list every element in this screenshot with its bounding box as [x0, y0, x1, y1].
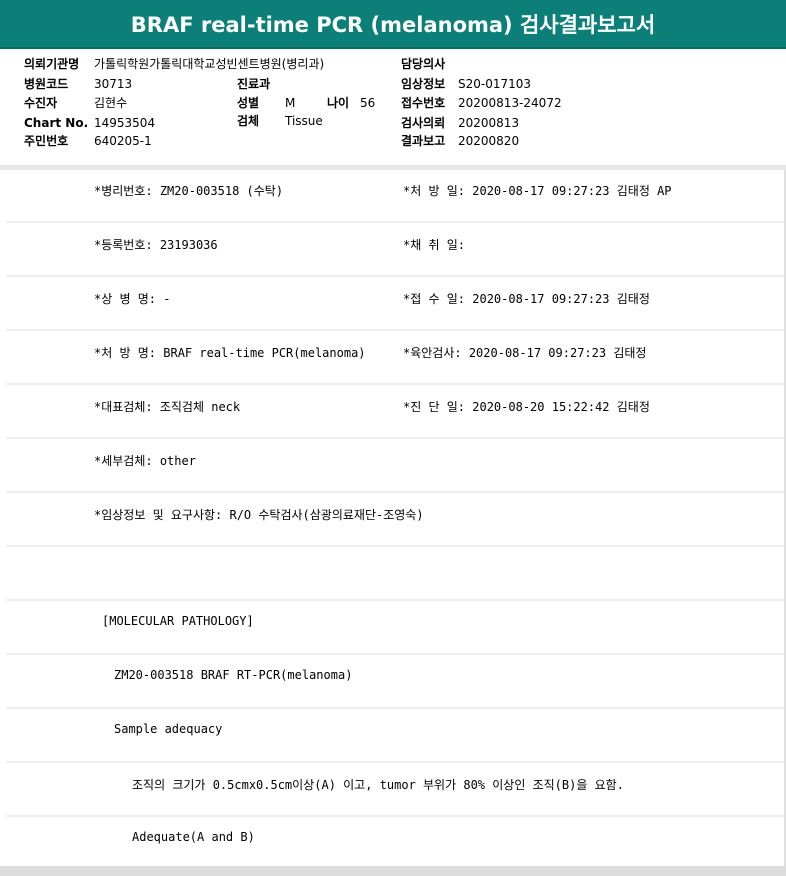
row-left-text: *처 방 명: BRAF real-time PCR(melanoma)	[94, 346, 366, 360]
row-right-text: *육안검사: 2020-08-17 09:27:23 김태정	[403, 346, 647, 360]
age-value: 56	[360, 96, 376, 110]
row-left-text: *대표검체: 조직검체 neck	[94, 400, 241, 414]
examinee-value: 김현수	[94, 96, 128, 110]
report-row: *세부검체: other	[6, 440, 784, 493]
report-row: *임상정보 및 요구사항: R/O 수탁검사(삼광의료재단-조영숙)	[6, 494, 784, 547]
sex-row: 성별 M	[237, 94, 295, 112]
report-row: 조직의 크기가 0.5cmx0.5cm이상(A) 이고, tumor 부위가 8…	[6, 764, 784, 817]
report-header: 의뢰기관명 가톨릭학원가톨릭대학교성빈센트병원(병리과) 병원코드 30713 진료…	[0, 49, 786, 165]
sample-adequacy-label: Sample adequacy	[114, 722, 223, 736]
test-name-text: ZM20-003518 BRAF RT-PCR(melanoma)	[114, 668, 353, 682]
report-row: *등록번호: 23193036 *채 취 일:	[6, 224, 784, 277]
adequacy-criteria-text: 조직의 크기가 0.5cmx0.5cm이상(A) 이고, tumor 부위가 8…	[132, 778, 624, 792]
row-right-text: *진 단 일: 2020-08-20 15:22:42 김태정	[403, 400, 650, 414]
request-value: 20200813	[458, 116, 520, 130]
resident-row: 주민번호 640205-1	[24, 132, 152, 150]
sex-value: M	[285, 96, 296, 110]
report-row: Adequate(A and B)	[6, 818, 784, 871]
resident-label: 주민번호	[24, 134, 69, 148]
clinical-label: 임상정보	[401, 77, 446, 91]
row-right-text: *처 방 일: 2020-08-17 09:27:23 김태정 AP	[403, 184, 672, 198]
report-row: [MOLECULAR PATHOLOGY]	[6, 602, 784, 655]
adequacy-result-text: Adequate(A and B)	[132, 830, 255, 844]
receipt-label: 접수번호	[401, 96, 446, 110]
examinee-row: 수진자 김현수	[24, 94, 127, 112]
receipt-row: 접수번호 20200813-24072	[401, 94, 562, 112]
row-left-text: *병리번호: ZM20-003518 (수탁)	[94, 184, 284, 198]
chart-row: Chart No. 14953504	[24, 114, 155, 132]
report-date-label: 결과보고	[401, 134, 446, 148]
chart-value: 14953504	[94, 116, 156, 130]
clinical-value: S20-017103	[458, 77, 532, 91]
report-body: *병리번호: ZM20-003518 (수탁) *처 방 일: 2020-08-…	[0, 170, 786, 876]
horizontal-scrollbar[interactable]	[0, 866, 786, 876]
report-date-value: 20200820	[458, 134, 520, 148]
report-row: *병리번호: ZM20-003518 (수탁) *처 방 일: 2020-08-…	[6, 170, 784, 223]
institution-row: 의뢰기관명 가톨릭학원가톨릭대학교성빈센트병원(병리과)	[24, 55, 324, 73]
receipt-value: 20200813-24072	[458, 96, 562, 110]
report-date-row: 결과보고 20200820	[401, 132, 519, 150]
department-label: 진료과	[237, 77, 271, 91]
sex-label: 성별	[237, 96, 260, 110]
request-row: 검사의뢰 20200813	[401, 114, 519, 132]
report-row: *처 방 명: BRAF real-time PCR(melanoma) *육안…	[6, 332, 784, 385]
clinical-row: 임상정보 S20-017103	[401, 75, 531, 93]
hospital-code-row: 병원코드 30713	[24, 75, 132, 93]
report-title: BRAF real-time PCR (melanoma) 검사결과보고서	[0, 0, 786, 49]
institution-value: 가톨릭학원가톨릭대학교성빈센트병원(병리과)	[94, 57, 325, 71]
report-row: *상 병 명: - *접 수 일: 2020-08-17 09:27:23 김태…	[6, 278, 784, 331]
section-heading: [MOLECULAR PATHOLOGY]	[102, 614, 254, 628]
hospital-code-label: 병원코드	[24, 77, 69, 91]
specimen-label: 검체	[237, 114, 260, 128]
report-row-empty	[6, 548, 784, 601]
row-right-text: *접 수 일: 2020-08-17 09:27:23 김태정	[403, 292, 650, 306]
specimen-row: 검체 Tissue	[237, 112, 323, 130]
physician-label: 담당의사	[401, 57, 446, 71]
row-left-text: *상 병 명: -	[94, 292, 171, 306]
examinee-label: 수진자	[24, 96, 58, 110]
row-left-text: *임상정보 및 요구사항: R/O 수탁검사(삼광의료재단-조영숙)	[94, 508, 424, 522]
institution-label: 의뢰기관명	[24, 57, 80, 71]
resident-value: 640205-1	[94, 134, 152, 148]
row-left-text: *세부검체: other	[94, 454, 196, 468]
report-row: ZM20-003518 BRAF RT-PCR(melanoma)	[6, 656, 784, 709]
report-row: Sample adequacy	[6, 710, 784, 763]
request-label: 검사의뢰	[401, 116, 446, 130]
age-row: 나이 56	[327, 94, 375, 112]
row-right-text: *채 취 일:	[403, 238, 466, 252]
department-row: 진료과	[237, 75, 287, 93]
age-label: 나이	[327, 96, 350, 110]
physician-row: 담당의사	[401, 55, 458, 73]
hospital-code-value: 30713	[94, 77, 133, 91]
chart-label: Chart No.	[24, 116, 89, 130]
report-row: *대표검체: 조직검체 neck *진 단 일: 2020-08-20 15:2…	[6, 386, 784, 439]
row-left-text: *등록번호: 23193036	[94, 238, 218, 252]
specimen-value: Tissue	[285, 114, 323, 128]
